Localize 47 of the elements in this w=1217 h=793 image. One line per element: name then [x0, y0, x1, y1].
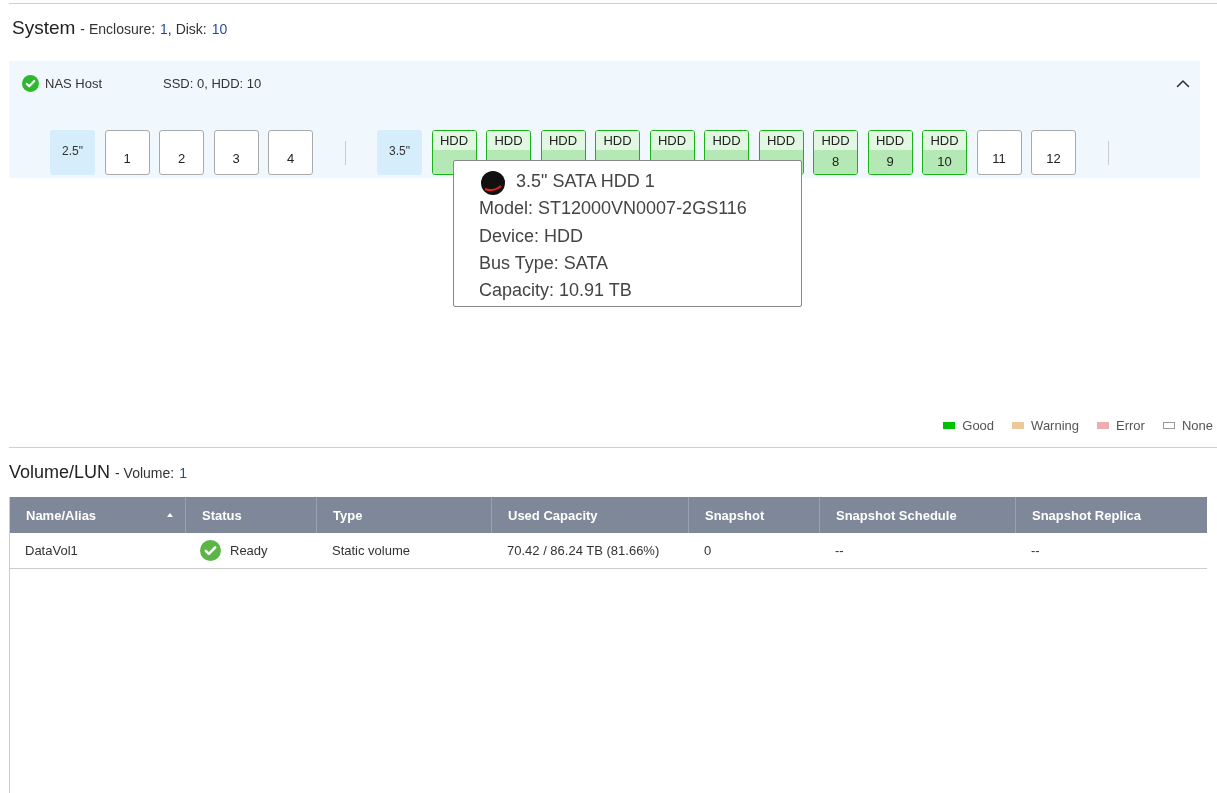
legend-label: Warning	[1031, 418, 1080, 433]
legend-label: Error	[1116, 418, 1145, 433]
sort-icon[interactable]	[167, 513, 173, 517]
table-cell: 70.42 / 86.24 TB (81.66%)	[507, 543, 660, 558]
legend-label: None	[1181, 418, 1213, 433]
table-cell: --	[1031, 543, 1040, 558]
table-cell: Static volume	[332, 543, 411, 558]
section-subtitle: - Enclosure:	[80, 21, 156, 37]
section-title: Volume/LUN	[9, 462, 111, 483]
column-header[interactable]: Type	[333, 507, 363, 523]
empty-bay[interactable]: 1	[104, 130, 150, 175]
disk-bay[interactable]: HDD 8	[813, 130, 858, 175]
legend-label: Good	[962, 418, 995, 433]
enclosure-name: NAS Host	[45, 75, 104, 91]
table-cell: --	[835, 543, 844, 558]
table-cell: DataVol1	[25, 543, 78, 558]
tooltip-line: Device: HDD	[479, 224, 585, 248]
section-subtitle: , Disk:	[167, 21, 207, 37]
disk-summary: SSD: 0, HDD: 10	[163, 75, 262, 91]
tooltip-line: Bus Type: SATA	[479, 251, 610, 275]
section-subtitle: - Volume:	[115, 465, 175, 481]
volume-count: 1	[179, 465, 187, 481]
tooltip-line: Model: ST12000VN0007-2GS116	[479, 197, 748, 221]
column-header[interactable]: Snapshot Replica	[1032, 507, 1142, 523]
column-header[interactable]: Status	[202, 507, 242, 523]
disk-bay[interactable]: HDD 9	[867, 130, 913, 175]
disk-count: 10	[211, 21, 228, 37]
bay-size-label: 3.5"	[377, 130, 422, 175]
drive-logo-icon	[479, 168, 508, 195]
column-header[interactable]: Name/Alias	[26, 507, 97, 523]
disk-bay[interactable]: HDD 10	[922, 130, 967, 175]
column-header[interactable]: Snapshot	[705, 507, 765, 523]
tooltip-line: Capacity: 10.91 TB	[479, 279, 633, 303]
empty-bay[interactable]: 4	[268, 130, 313, 175]
section-title: System	[12, 17, 76, 39]
column-header[interactable]: Used Capacity	[508, 507, 598, 523]
table-cell: 0	[704, 543, 712, 558]
table-cell: Ready	[230, 543, 268, 558]
enclosure-count: 1	[160, 21, 168, 37]
empty-bay[interactable]: 11	[976, 130, 1022, 175]
status-ok-icon	[200, 540, 221, 561]
status-ok-icon	[22, 74, 39, 92]
empty-bay[interactable]: 3	[213, 130, 259, 175]
column-header[interactable]: Snapshot Schedule	[836, 507, 957, 523]
empty-bay[interactable]: 12	[1031, 130, 1076, 175]
bay-size-label: 2.5"	[50, 130, 95, 175]
empty-bay[interactable]: 2	[159, 130, 204, 175]
